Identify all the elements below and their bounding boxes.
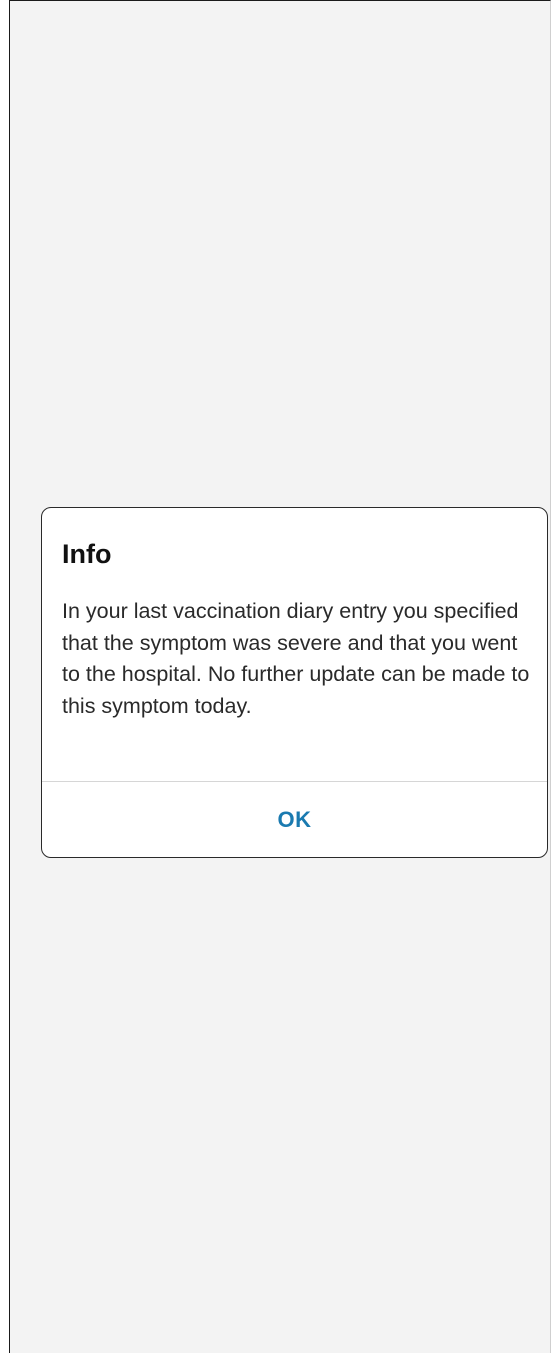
dialog-title: Info: [62, 539, 112, 569]
info-dialog: Info In your last vaccination diary entr…: [41, 507, 548, 858]
dialog-message: In your last vaccination diary entry you…: [62, 599, 530, 718]
ok-button[interactable]: OK: [42, 782, 547, 857]
app-screen-backdrop: Info In your last vaccination diary entr…: [9, 0, 551, 1353]
